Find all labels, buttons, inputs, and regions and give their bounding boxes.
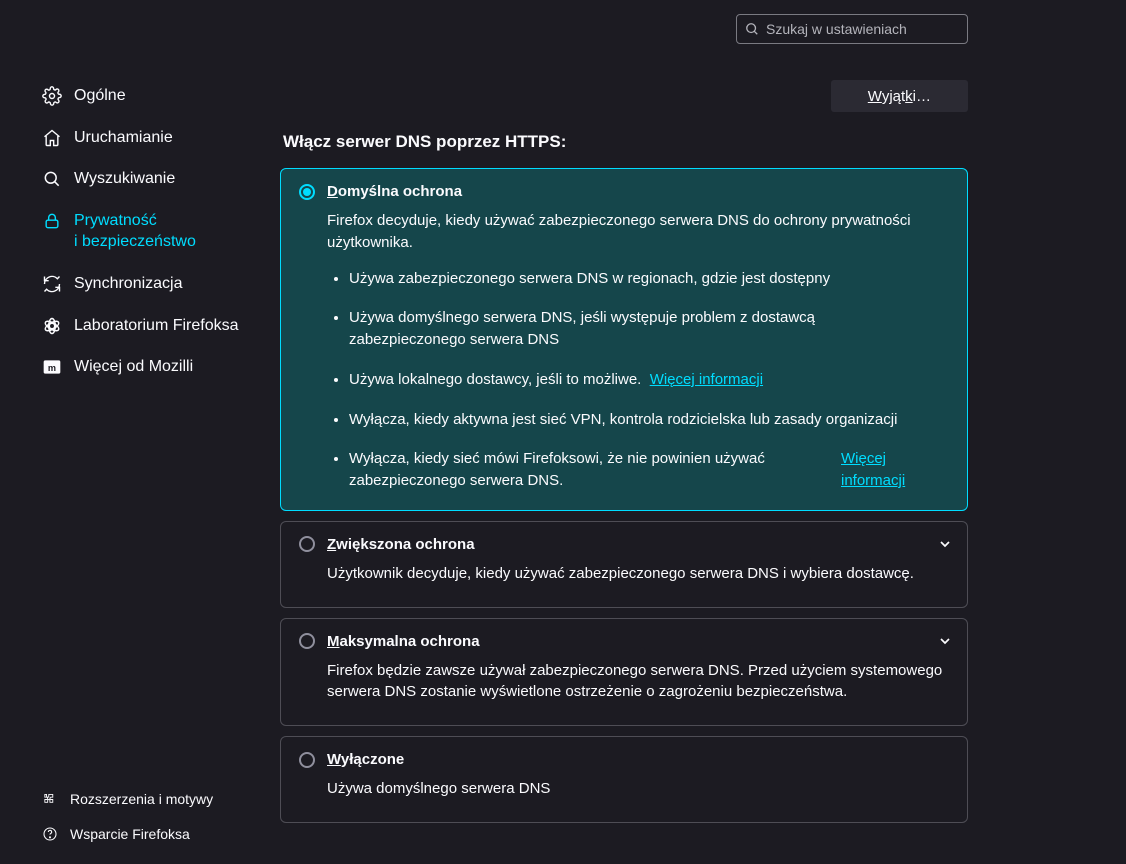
- option-title: Domyślna ochrona: [327, 183, 462, 200]
- list-item: Używa lokalnego dostawcy, jeśli to możli…: [349, 369, 949, 391]
- option-description: Użytkownik decyduje, kiedy używać zabezp…: [327, 563, 949, 585]
- option-increased-protection[interactable]: Zwiększona ochrona Użytkownik decyduje, …: [280, 521, 968, 608]
- sidebar: Ogólne Uruchamianie Wyszukiwanie Prywatn…: [0, 0, 280, 864]
- option-title: Zwiększona ochrona: [327, 536, 475, 553]
- sidebar-item-search[interactable]: Wyszukiwanie: [42, 158, 280, 200]
- sidebar-item-label: Wsparcie Firefoksa: [70, 825, 190, 844]
- mozilla-icon: m: [42, 357, 62, 377]
- option-description: Firefox decyduje, kiedy używać zabezpiec…: [327, 210, 949, 254]
- svg-text:m: m: [48, 363, 56, 373]
- option-title: Wyłączone: [327, 751, 404, 768]
- sidebar-item-privacy[interactable]: Prywatność i bezpieczeństwo: [42, 200, 280, 263]
- option-description: Firefox będzie zawsze używał zabezpieczo…: [327, 660, 949, 704]
- option-off[interactable]: Wyłączone Używa domyślnego serwera DNS: [280, 736, 968, 823]
- home-icon: [42, 128, 62, 148]
- sync-icon: [42, 274, 62, 294]
- option-description: Używa domyślnego serwera DNS: [327, 778, 949, 800]
- search-input[interactable]: [766, 21, 959, 37]
- chevron-down-icon[interactable]: [937, 633, 953, 649]
- sidebar-item-extensions[interactable]: Rozszerzenia i motywy: [42, 782, 280, 817]
- sidebar-item-label: Ogólne: [74, 85, 126, 107]
- list-item: Używa domyślnego serwera DNS, jeśli wyst…: [349, 307, 949, 351]
- option-default-protection[interactable]: Domyślna ochrona Firefox decyduje, kiedy…: [280, 168, 968, 511]
- chevron-down-icon[interactable]: [937, 536, 953, 552]
- list-item: Używa zabezpieczonego serwera DNS w regi…: [349, 268, 949, 290]
- radio-off[interactable]: [299, 752, 315, 768]
- sidebar-item-label: Uruchamianie: [74, 127, 173, 149]
- lock-icon: [42, 211, 62, 231]
- sidebar-item-label: Rozszerzenia i motywy: [70, 790, 213, 809]
- search-icon: [745, 22, 759, 36]
- help-icon: [42, 826, 58, 842]
- sidebar-item-label: Prywatność i bezpieczeństwo: [74, 210, 196, 253]
- option-max-protection[interactable]: Maksymalna ochrona Firefox będzie zawsze…: [280, 618, 968, 727]
- sidebar-item-more-mozilla[interactable]: m Więcej od Mozilli: [42, 346, 280, 388]
- learn-more-link[interactable]: Więcej informacji: [841, 448, 921, 492]
- main-content: Wyjątki… Włącz serwer DNS poprzez HTTPS:…: [280, 0, 1126, 864]
- section-title: Włącz serwer DNS poprzez HTTPS:: [280, 132, 968, 152]
- sidebar-item-label: Laboratorium Firefoksa: [74, 315, 239, 337]
- sidebar-item-general[interactable]: Ogólne: [42, 75, 280, 117]
- sidebar-item-label: Więcej od Mozilli: [74, 356, 193, 378]
- sidebar-item-labs[interactable]: Laboratorium Firefoksa: [42, 305, 280, 347]
- list-item: Wyłącza, kiedy sieć mówi Firefoksowi, że…: [349, 448, 949, 492]
- option-title: Maksymalna ochrona: [327, 633, 480, 650]
- sidebar-item-label: Wyszukiwanie: [74, 168, 175, 190]
- sidebar-item-label: Synchronizacja: [74, 273, 183, 295]
- radio-increased[interactable]: [299, 536, 315, 552]
- exceptions-button[interactable]: Wyjątki…: [831, 80, 968, 112]
- gear-icon: [42, 86, 62, 106]
- list-item: Wyłącza, kiedy aktywna jest sieć VPN, ko…: [349, 409, 949, 431]
- radio-max[interactable]: [299, 633, 315, 649]
- puzzle-icon: [42, 791, 58, 807]
- sidebar-item-sync[interactable]: Synchronizacja: [42, 263, 280, 305]
- learn-more-link[interactable]: Więcej informacji: [650, 371, 763, 388]
- sidebar-item-support[interactable]: Wsparcie Firefoksa: [42, 817, 280, 852]
- search-box[interactable]: [736, 14, 968, 44]
- flask-icon: [42, 316, 62, 336]
- radio-default[interactable]: [299, 184, 315, 200]
- sidebar-item-startup[interactable]: Uruchamianie: [42, 117, 280, 159]
- search-icon: [42, 169, 62, 189]
